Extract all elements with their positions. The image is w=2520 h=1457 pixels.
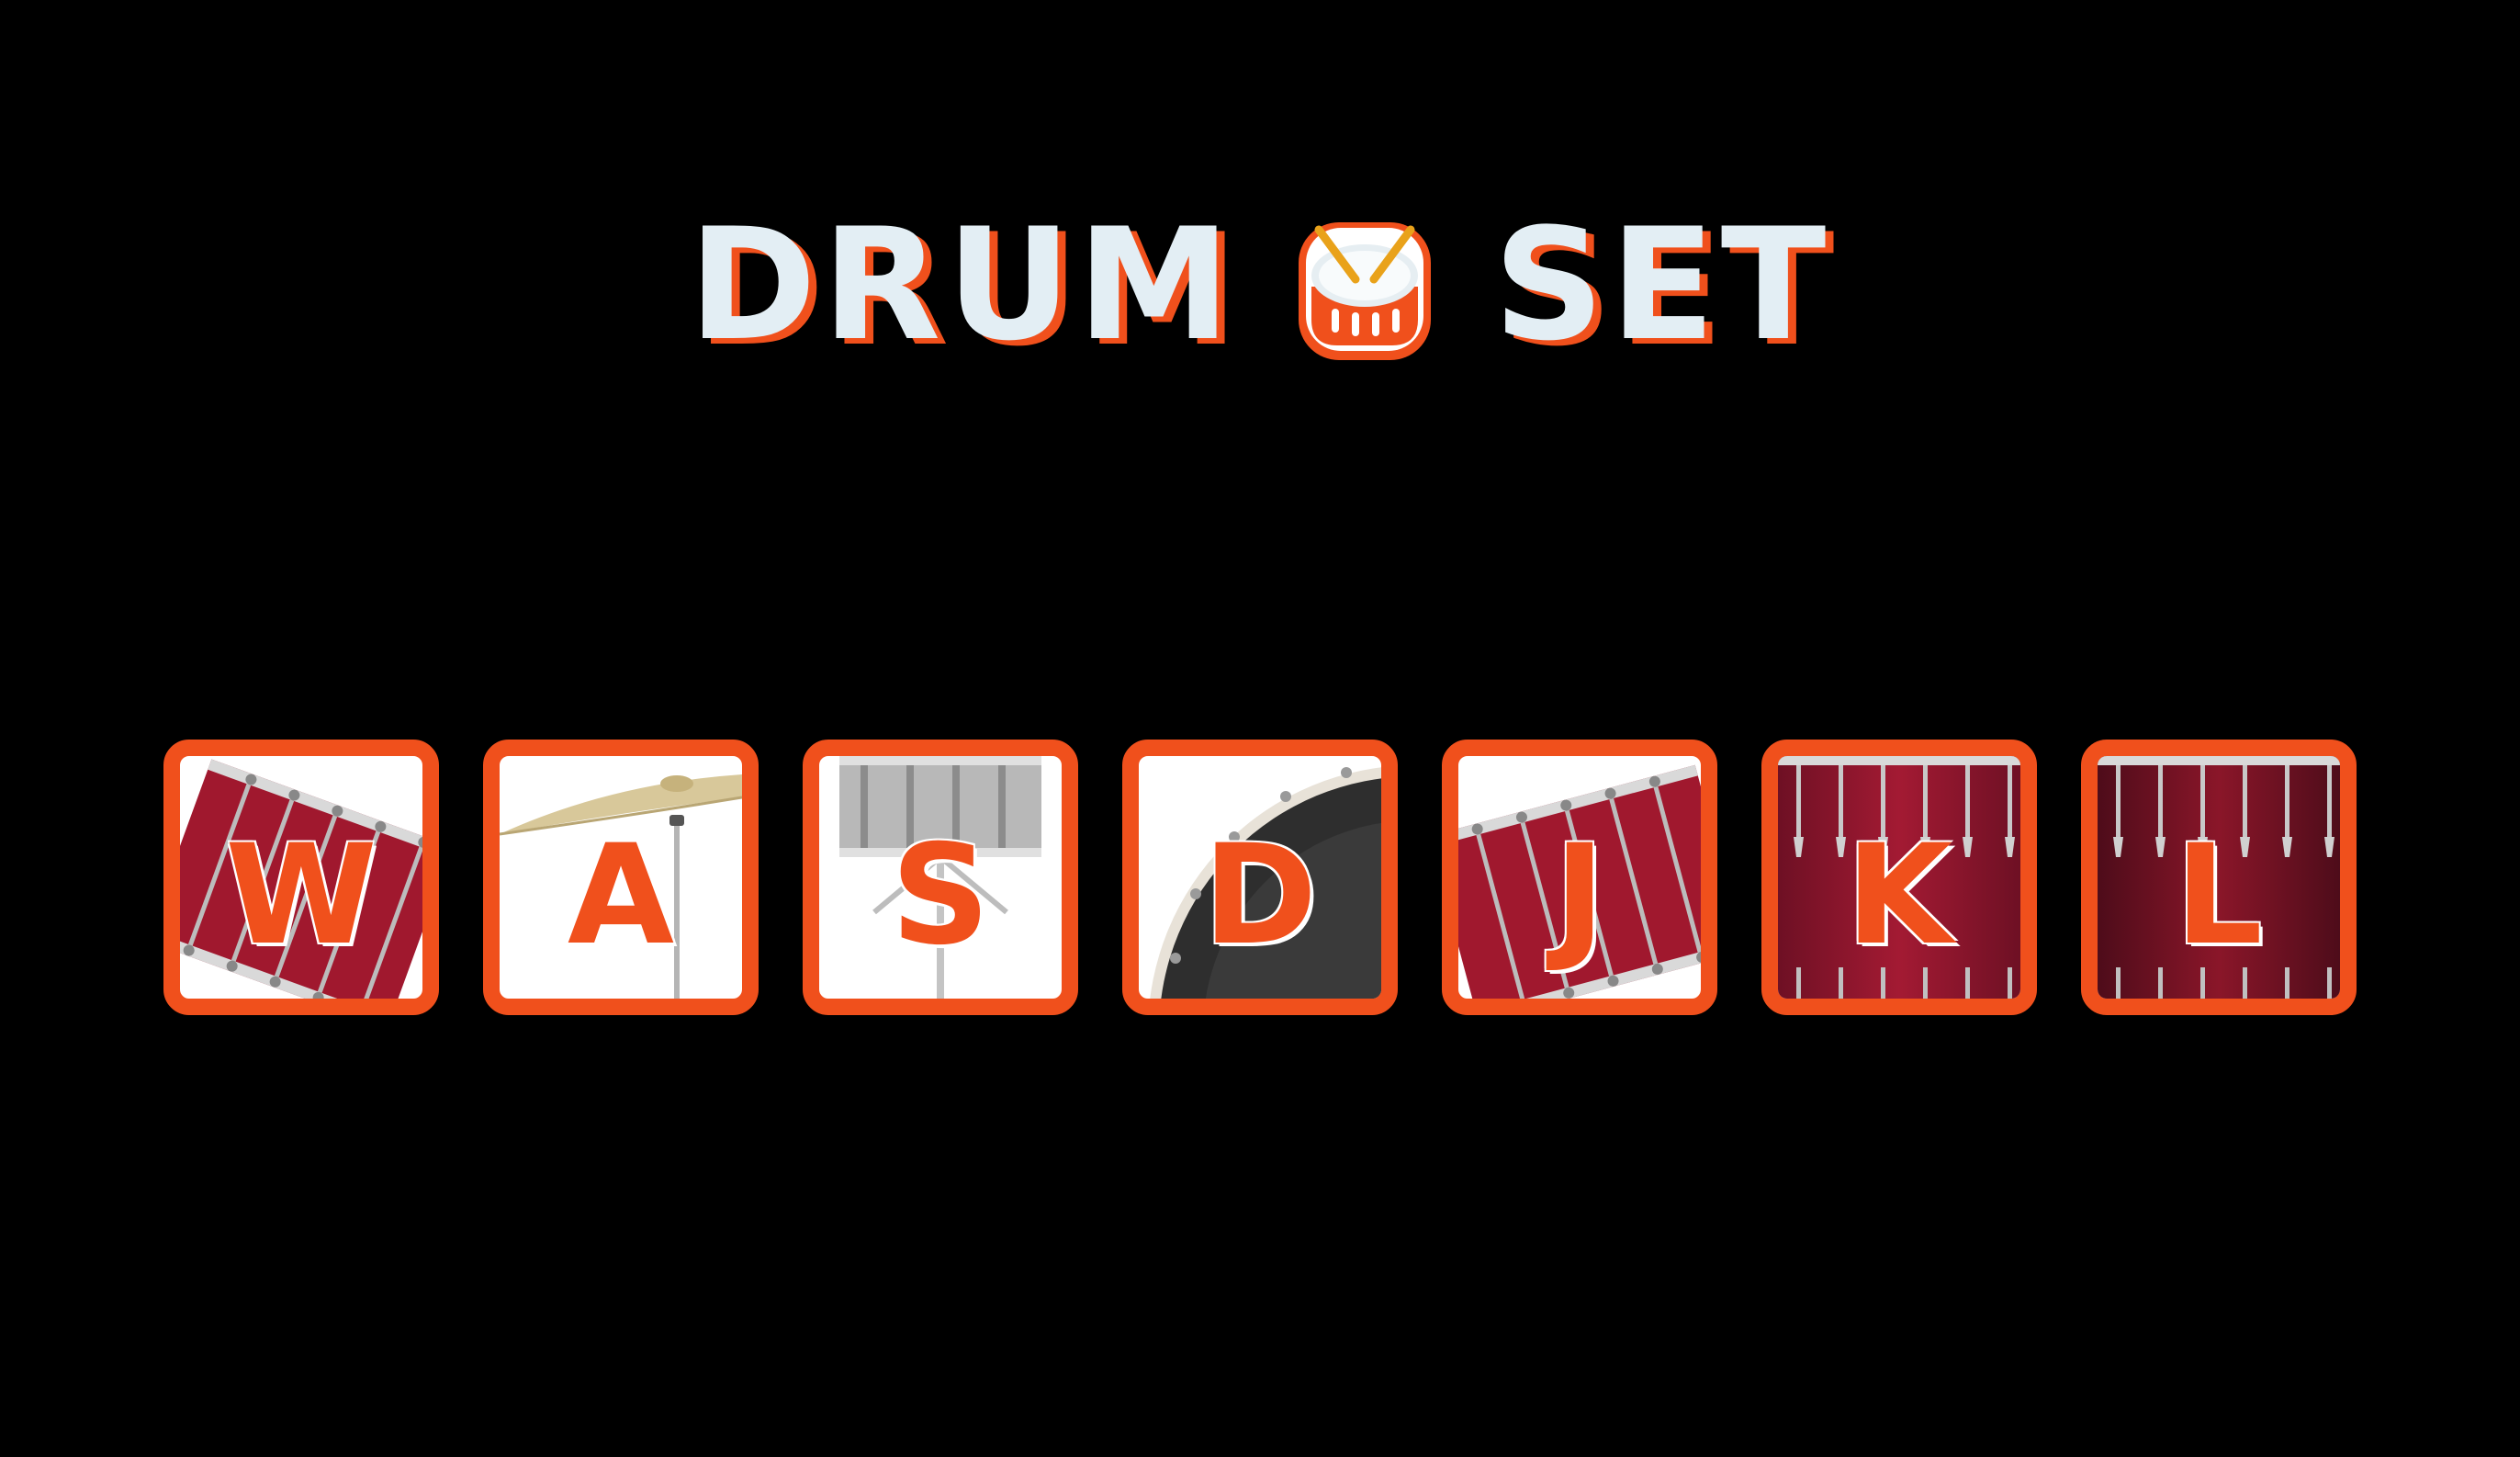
key-label: J: [1554, 816, 1605, 976]
key-label: L: [2175, 816, 2263, 976]
key-label: D: [1202, 816, 1318, 976]
key-label: K: [1845, 816, 1953, 976]
drum-emoji-icon: [1299, 222, 1432, 360]
drum-kit-app: DRUM SET W A S D J K L: [0, 0, 2520, 1457]
drum-pad-j[interactable]: J: [1442, 740, 1717, 1015]
drum-pad-w[interactable]: W: [163, 740, 439, 1015]
key-label: A: [567, 816, 675, 976]
drum-pad-k[interactable]: K: [1761, 740, 2037, 1015]
key-label: S: [890, 816, 991, 976]
title-word-set: SET: [1493, 195, 1832, 375]
key-label: W: [225, 816, 377, 976]
drum-pad-a[interactable]: A: [483, 740, 759, 1015]
title-word-drum: DRUM: [688, 195, 1237, 375]
drum-pads: W A S D J K L: [0, 740, 2520, 1015]
drum-pad-s[interactable]: S: [803, 740, 1078, 1015]
drum-pad-d[interactable]: D: [1122, 740, 1398, 1015]
drum-pad-l[interactable]: L: [2081, 740, 2357, 1015]
page-title: DRUM SET: [0, 202, 2520, 367]
